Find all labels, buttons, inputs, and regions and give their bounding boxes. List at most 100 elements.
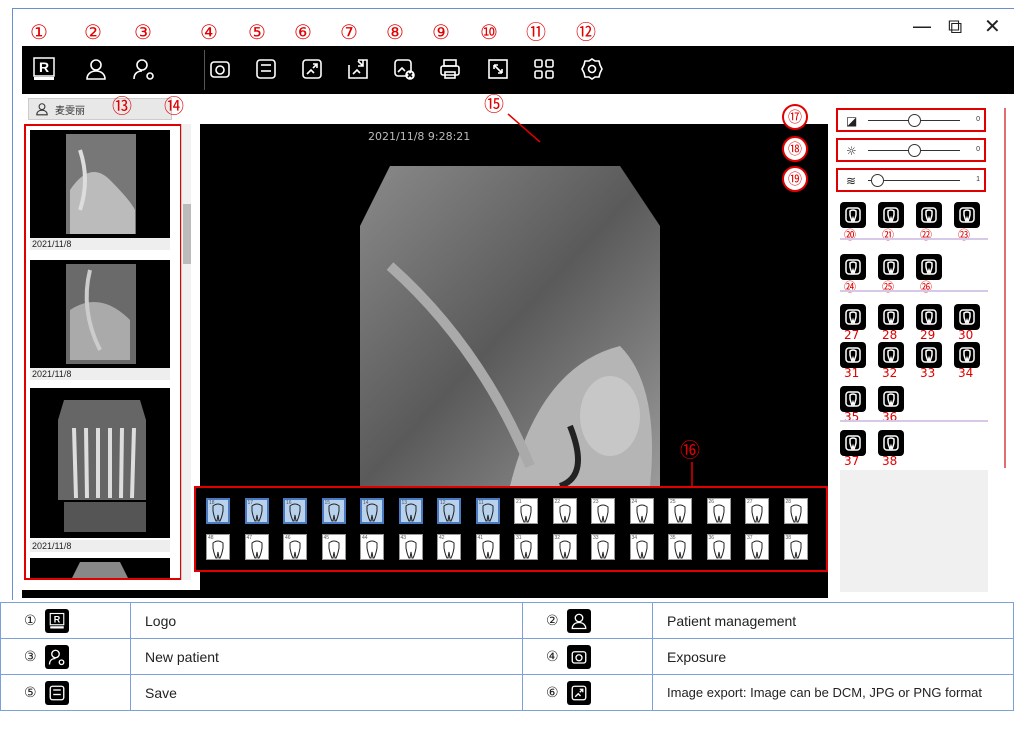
tooth-28[interactable]: 28 (783, 498, 808, 524)
close-button[interactable]: ✕ (984, 14, 1001, 38)
tooth-41[interactable]: 41 (475, 534, 500, 560)
thumbnail-2[interactable] (30, 260, 170, 368)
flip-vertical-tool[interactable] (916, 304, 942, 330)
tooth-number: 33 (593, 535, 599, 541)
tooth-25[interactable]: 25 (668, 498, 692, 524)
tooth-21[interactable]: 21 (514, 498, 538, 524)
callout-9: ⑨ (432, 20, 450, 44)
image-timestamp: 2021/11/8 9:28:21 (368, 130, 471, 143)
image-export-icon[interactable] (298, 54, 326, 84)
tooth-31[interactable]: 31 (514, 534, 538, 560)
redo-tool[interactable] (878, 386, 904, 412)
tooth-43[interactable]: 43 (398, 534, 423, 560)
refine-logo-icon: R (30, 54, 58, 84)
eraser-tool[interactable] (916, 342, 942, 368)
tooth-outline-tool[interactable] (878, 202, 904, 228)
save-icon[interactable] (252, 54, 280, 84)
print-icon[interactable] (436, 54, 464, 84)
tooth-44[interactable]: 44 (360, 534, 384, 560)
thumbnail-3[interactable] (30, 388, 170, 538)
tooth-filter-tool[interactable] (878, 254, 904, 280)
mirror-tool[interactable] (878, 304, 904, 330)
tooth-13[interactable]: 13 (398, 498, 423, 524)
patient-tab[interactable]: 麦雯丽 (28, 98, 172, 120)
tooth-15[interactable]: 15 (321, 498, 346, 524)
tooth-38[interactable]: 38 (783, 534, 808, 560)
tooth-number: 38 (785, 535, 792, 541)
tooth-number: 13 (401, 500, 408, 506)
tooth-32[interactable]: 32 (552, 534, 577, 560)
tooth-26[interactable]: 26 (706, 498, 731, 524)
thumbnail-scrollbar[interactable] (181, 124, 191, 580)
tooth-14[interactable]: 14 (360, 498, 384, 524)
tooth-16[interactable]: 16 (283, 498, 307, 524)
rotate-tool[interactable] (954, 342, 980, 368)
slider-knob[interactable] (871, 174, 885, 187)
tooth-34[interactable]: 34 (629, 534, 654, 560)
tooth-35[interactable]: 35 (668, 534, 692, 560)
callout-14: ⑭ (164, 94, 184, 118)
tooth-number: 12 (440, 500, 446, 506)
tooth-number: 16 (286, 500, 292, 506)
tooth-tool-tool[interactable] (840, 202, 866, 228)
brightness-slider[interactable]: ☼ 0 (836, 138, 986, 162)
tooth-36[interactable]: 36 (706, 534, 731, 560)
callout-4: ④ (200, 20, 218, 44)
image-export-icon (566, 680, 591, 705)
tooth-18[interactable]: 18 (206, 498, 230, 524)
legend-desc: Save (130, 674, 523, 711)
layout-grid-icon[interactable] (530, 54, 558, 84)
sharpness-slider[interactable]: ≋ 1 (836, 168, 986, 192)
tooth-crown-tool[interactable] (916, 202, 942, 228)
tooth-11[interactable]: 11 (475, 498, 500, 524)
tooth-24[interactable]: 24 (629, 498, 654, 524)
slider-knob[interactable] (908, 114, 921, 127)
contrast-slider[interactable]: ◪ 0 (836, 108, 986, 132)
tool-callout: 30 (958, 328, 974, 342)
zoom-in-tool[interactable] (954, 304, 980, 330)
image-delete-icon[interactable] (390, 54, 418, 84)
zoom-in-icon (959, 309, 975, 325)
scrollbar-thumb[interactable] (183, 204, 191, 264)
tooth-37[interactable]: 37 (745, 534, 769, 560)
tooth-crown-icon (921, 207, 937, 223)
viewer-bottom-bar (22, 590, 828, 598)
camera-icon (566, 644, 591, 669)
tooth-22[interactable]: 22 (552, 498, 577, 524)
tooth-48[interactable]: 48 (206, 534, 230, 560)
gum-tool[interactable] (840, 254, 866, 280)
edit-tool[interactable] (840, 430, 866, 456)
undo-tool[interactable] (840, 386, 866, 412)
tooth-27[interactable]: 27 (745, 498, 769, 524)
tool-callout: 37 (844, 454, 860, 468)
callout-5: ⑤ (248, 20, 266, 44)
tooth-17[interactable]: 17 (244, 498, 269, 524)
rotate-90-tool[interactable] (840, 304, 866, 330)
tooth-45[interactable]: 45 (321, 534, 346, 560)
fullscreen-icon[interactable] (484, 54, 512, 84)
tooth-33[interactable]: 33 (591, 534, 615, 560)
camera-icon[interactable] (206, 54, 234, 84)
tooth-number: 15 (324, 500, 331, 506)
tooth-highlight-tool[interactable] (916, 254, 942, 280)
tooth-47[interactable]: 47 (244, 534, 269, 560)
restore-button[interactable]: ⧉ (948, 14, 962, 38)
tooth-23[interactable]: 23 (591, 498, 615, 524)
lock-file-tool[interactable] (878, 430, 904, 456)
ruler-tool[interactable] (840, 342, 866, 368)
thumbnail-1[interactable] (30, 130, 170, 238)
thumbnail-4[interactable] (30, 558, 170, 578)
tooth-chart: 18 17 16 15 14 13 12 11 21 22 23 24 25 26 27 28 48 47 46 45… (194, 486, 828, 572)
settings-icon[interactable] (578, 54, 606, 84)
slider-knob[interactable] (908, 144, 921, 157)
tooth-46[interactable]: 46 (283, 534, 307, 560)
tooth-12[interactable]: 12 (437, 498, 461, 524)
new-patient-icon[interactable] (130, 54, 158, 84)
tooth-number: 27 (747, 499, 753, 505)
image-import-icon[interactable] (344, 54, 372, 84)
angle-tool[interactable] (878, 342, 904, 368)
tooth-42[interactable]: 42 (437, 534, 461, 560)
minimize-button[interactable]: — (912, 14, 932, 38)
patient-management-icon[interactable] (82, 54, 110, 84)
color-tooth-tool[interactable] (954, 202, 980, 228)
